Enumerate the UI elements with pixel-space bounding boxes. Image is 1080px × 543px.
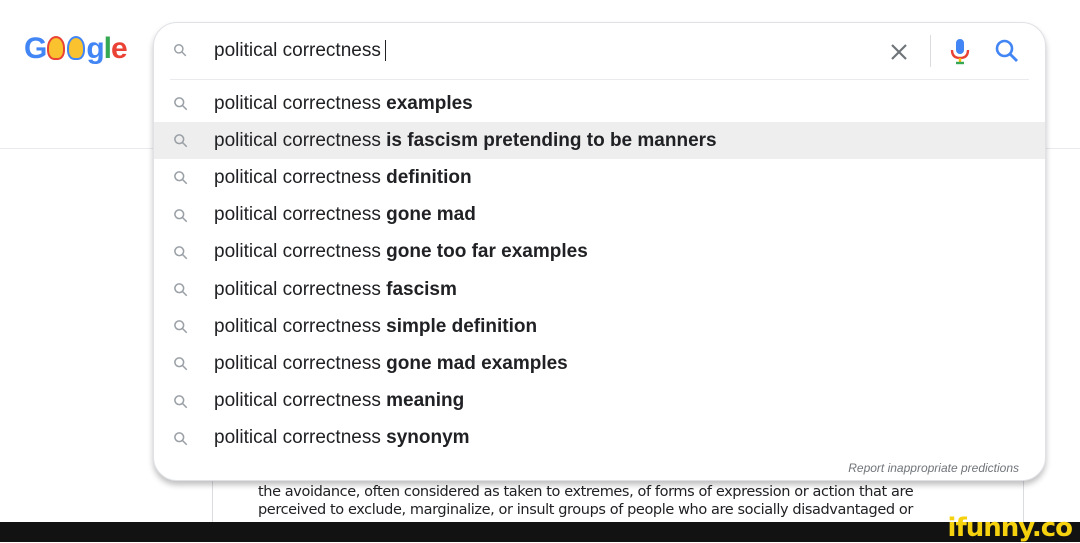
- suggestion-text: political correctness fascism: [214, 278, 457, 300]
- close-icon[interactable]: [887, 40, 911, 64]
- suggestion-item[interactable]: political correctness examples: [154, 85, 1045, 122]
- button-divider: [930, 35, 931, 67]
- suggestion-text: political correctness simple definition: [214, 315, 538, 337]
- search-icon: [174, 357, 188, 371]
- search-bar: political correctness: [154, 23, 1045, 79]
- suggestion-text: political correctness is fascism pretend…: [214, 129, 717, 151]
- suggestion-item[interactable]: political correctness fascism: [154, 271, 1045, 308]
- search-icon: [174, 134, 188, 148]
- suggestion-item[interactable]: political correctness simple definition: [154, 308, 1045, 345]
- suggestion-item[interactable]: political correctness gone mad examples: [154, 345, 1045, 382]
- search-icon: [174, 97, 188, 111]
- search-divider: [170, 79, 1029, 80]
- suggestion-item[interactable]: political correctness gone mad: [154, 197, 1045, 234]
- definition-text: the avoidance, often considered as taken…: [258, 484, 914, 518]
- search-autocomplete-box: political correctness political correctn…: [153, 22, 1046, 481]
- microphone-icon[interactable]: [948, 37, 972, 65]
- suggestion-item[interactable]: political correctness definition: [154, 159, 1045, 196]
- search-icon: [174, 44, 187, 57]
- search-button-icon[interactable]: [994, 38, 1020, 64]
- suggestion-text: political correctness gone too far examp…: [214, 241, 588, 263]
- suggestion-item[interactable]: political correctness synonym: [154, 420, 1045, 457]
- ifunny-watermark: ifunny.co: [947, 513, 1073, 543]
- suggestion-list: political correctness examples political…: [154, 85, 1045, 457]
- suggestion-text: political correctness examples: [214, 92, 473, 114]
- suggestion-item[interactable]: political correctness meaning: [154, 383, 1045, 420]
- suggestion-text: political correctness meaning: [214, 390, 465, 412]
- suggestion-item[interactable]: political correctness gone too far examp…: [154, 234, 1045, 271]
- search-icon: [174, 431, 188, 445]
- search-icon: [174, 171, 188, 185]
- search-icon: [174, 208, 188, 222]
- suggestion-text: political correctness definition: [214, 166, 472, 188]
- suggestion-text: political correctness gone mad examples: [214, 352, 568, 374]
- search-icon: [174, 245, 188, 260]
- report-predictions-link[interactable]: Report inappropriate predictions: [848, 461, 1019, 475]
- suggestion-text: political correctness synonym: [214, 427, 470, 449]
- search-icon: [174, 394, 188, 408]
- suggestion-text: political correctness gone mad: [214, 204, 476, 226]
- search-input[interactable]: political correctness: [214, 39, 386, 63]
- suggestion-item-highlighted[interactable]: political correctness is fascism pretend…: [154, 122, 1045, 160]
- watermark-bar: [0, 522, 1080, 542]
- google-doodle-logo[interactable]: Ggle: [24, 29, 128, 69]
- search-icon: [174, 283, 188, 297]
- search-icon: [174, 320, 188, 334]
